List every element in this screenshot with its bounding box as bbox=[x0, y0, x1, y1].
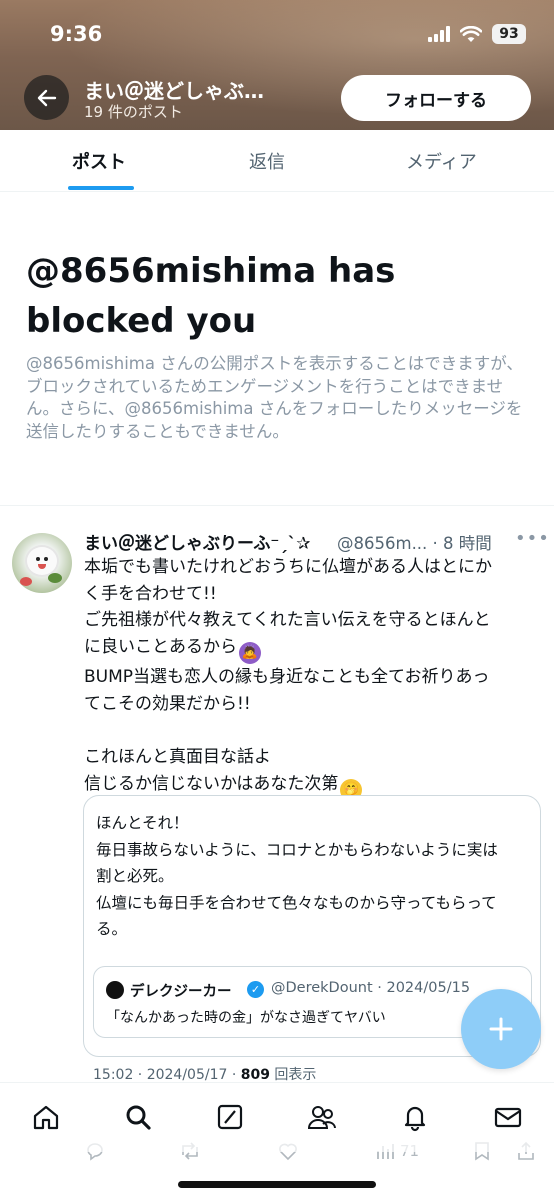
status-icons: 93 bbox=[428, 24, 526, 44]
tab-media[interactable]: メディア bbox=[406, 148, 477, 174]
header-post-count: 19 件のポスト bbox=[84, 103, 183, 121]
nested-quote-handle-date: @DerekDount · 2024/05/15 bbox=[271, 980, 471, 996]
back-button[interactable] bbox=[24, 75, 69, 120]
avatar-eye bbox=[36, 557, 40, 561]
verified-badge-icon: ✓ bbox=[247, 981, 264, 998]
avatar-decoration bbox=[20, 577, 32, 586]
tweet-text-fragment: 信じるか信じないかはあなた次第 bbox=[84, 773, 339, 794]
tweet-text-line: BUMP当選も恋人の縁も身近なことも全てお祈りあっ bbox=[84, 667, 490, 688]
tweet-text: 本垢でも書いたけれどおうちに仏壇がある人はとにか く手を合わせて!! ご先祖様が… bbox=[84, 554, 542, 801]
avatar-face bbox=[27, 547, 57, 575]
nested-quote-text: 「なんかあった時の金」がなさ過ぎてヤバい bbox=[106, 1010, 386, 1026]
nested-quote-avatar bbox=[106, 981, 124, 999]
bottom-navigation bbox=[0, 1082, 554, 1152]
header-profile-name: まい＠迷どしゃぶ… bbox=[84, 79, 264, 103]
more-options-icon[interactable]: ••• bbox=[515, 528, 550, 549]
nav-notifications[interactable] bbox=[397, 1099, 433, 1135]
tweet-text-line: これほんと真面目な話よ bbox=[84, 747, 271, 768]
nav-search[interactable] bbox=[120, 1099, 156, 1135]
tweet-text-line: く手を合わせて!! bbox=[84, 583, 217, 604]
nested-quote-author: デレクジーカー bbox=[130, 984, 232, 1000]
tab-replies[interactable]: 返信 bbox=[249, 148, 285, 174]
avatar-decoration bbox=[48, 573, 62, 583]
quote-text-line: 仏壇にも毎日手を合わせて色々なものから守ってもらって bbox=[96, 893, 497, 912]
blocked-description: @8656mishima さんの公開ポストを表示することはできますが、ブロックさ… bbox=[26, 354, 523, 441]
quote-text-line: ほんとそれ！ bbox=[96, 814, 189, 832]
status-time: 9:36 bbox=[50, 22, 103, 46]
view-count-label: 回表示 bbox=[269, 1067, 317, 1083]
search-icon bbox=[126, 1105, 151, 1130]
arrow-left-icon bbox=[37, 89, 56, 106]
tweet-text-line: ご先祖様が代々教えてくれた言い伝えを守るとほんと bbox=[84, 610, 491, 631]
nav-messages[interactable] bbox=[490, 1099, 526, 1135]
avatar-mouth bbox=[38, 564, 46, 569]
tweet-text-line: に良いことあるから 🙇 bbox=[84, 634, 542, 665]
cellular-signal-icon bbox=[428, 26, 450, 42]
tweet-timestamp: 15:02 · 2024/05/17 · bbox=[93, 1067, 241, 1083]
wifi-icon bbox=[460, 25, 482, 42]
nav-communities[interactable] bbox=[304, 1099, 340, 1135]
quote-text-line: る。 bbox=[96, 920, 128, 938]
blocked-title: @8656mishima has blocked you bbox=[26, 251, 396, 341]
tweet-handle-time: @8656m... · 8 時間 bbox=[337, 534, 492, 553]
avatar-eye bbox=[44, 557, 48, 561]
quote-text-line: 毎日事故らないように、コロナとかもらわないように実は bbox=[96, 840, 498, 859]
tab-posts[interactable]: ポスト bbox=[72, 148, 126, 174]
home-icon bbox=[33, 1105, 59, 1130]
tweet-text-fragment: に良いことあるから bbox=[84, 637, 237, 658]
tweet-text-line: てこその効果だから!! bbox=[84, 693, 251, 714]
plus-icon bbox=[489, 1017, 513, 1041]
envelope-icon bbox=[494, 1107, 522, 1128]
tweet-timestamp-views: 15:02 · 2024/05/17 · 809 回表示 bbox=[93, 1064, 316, 1084]
follow-button[interactable]: フォローする bbox=[341, 75, 531, 121]
grok-icon bbox=[217, 1104, 243, 1130]
nav-grok[interactable] bbox=[212, 1099, 248, 1135]
communities-icon bbox=[307, 1106, 336, 1129]
compose-post-button[interactable] bbox=[461, 989, 541, 1069]
active-tab-indicator bbox=[68, 186, 134, 190]
nav-home[interactable] bbox=[28, 1099, 64, 1135]
bowing-emoji-icon: 🙇 bbox=[239, 642, 261, 665]
profile-tabs: ポスト 返信 メディア bbox=[0, 130, 554, 192]
quote-text-line: 割と必死。 bbox=[96, 867, 174, 885]
tweet-author-name[interactable]: まい＠迷どしゃぶりーふ⁻ˏˋ✰ bbox=[84, 529, 334, 554]
tweet-text-line: 本垢でも書いたけれどおうちに仏壇がある人はとにか bbox=[84, 557, 492, 577]
home-indicator[interactable] bbox=[178, 1181, 376, 1188]
section-divider bbox=[0, 505, 554, 506]
avatar[interactable] bbox=[12, 533, 72, 593]
bell-icon bbox=[404, 1106, 426, 1132]
view-count: 809 bbox=[240, 1067, 270, 1083]
quoted-post-text: ほんとそれ！ 毎日事故らないように、コロナとかもらわないように実は 割と必死。 … bbox=[96, 810, 532, 943]
battery-indicator: 93 bbox=[492, 24, 526, 44]
